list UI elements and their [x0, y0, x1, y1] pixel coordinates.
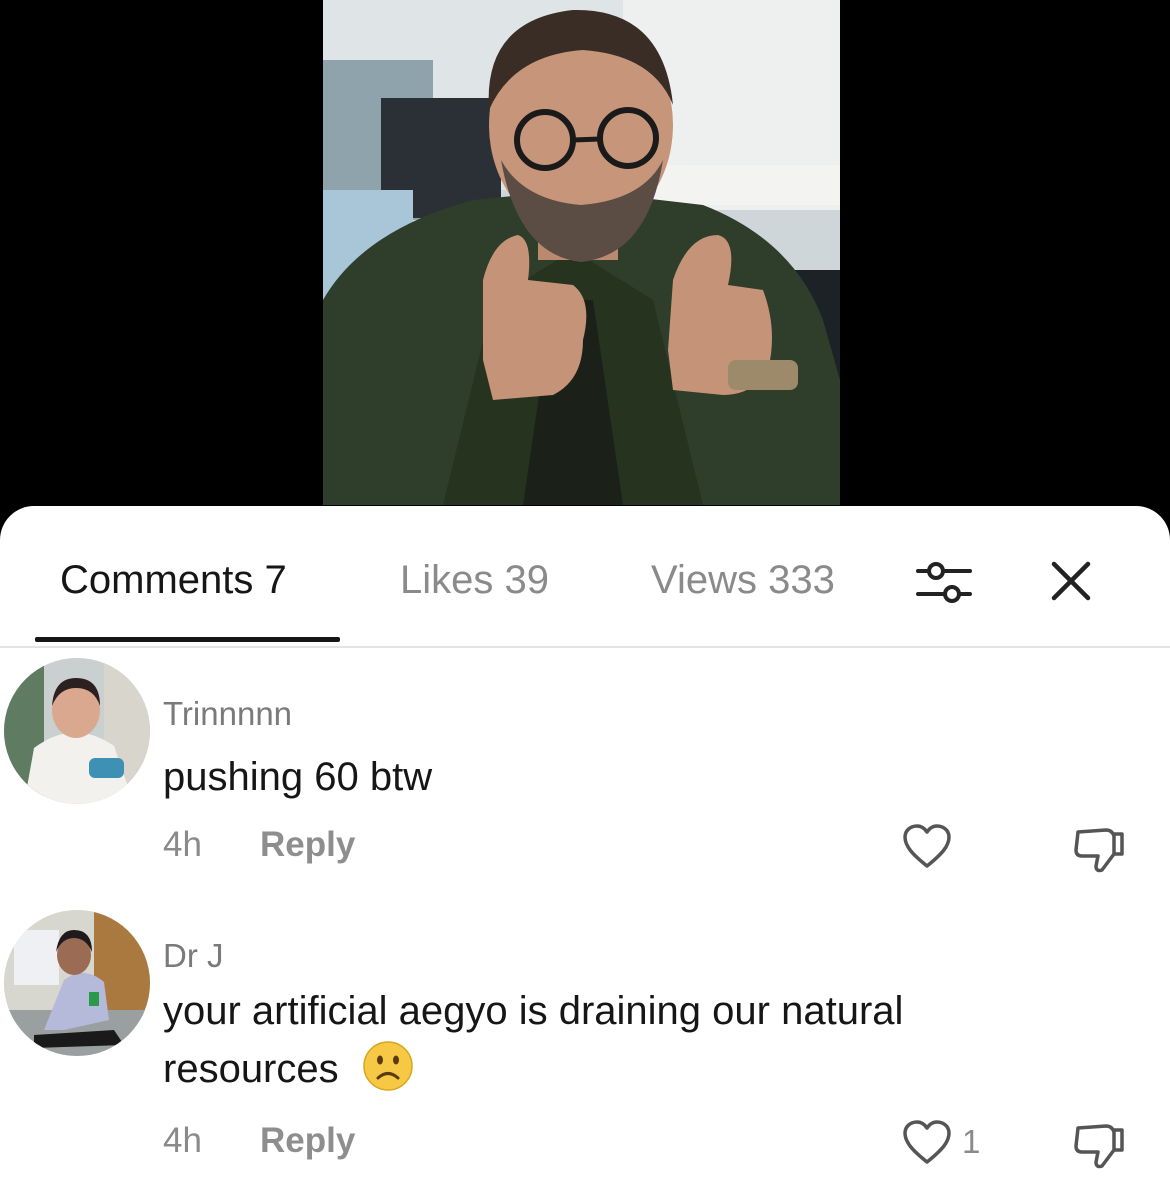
comment-username[interactable]: Dr J: [163, 936, 224, 976]
heart-icon[interactable]: [902, 824, 952, 870]
comments-sheet: Comments 7 Likes 39 Views 333 Trinnnnn p…: [0, 506, 1170, 1197]
avatar[interactable]: [4, 658, 150, 804]
comment-item: Dr J your artificial aegyo is draining o…: [0, 906, 1170, 1196]
tab-bar: Comments 7 Likes 39 Views 333: [0, 506, 1170, 648]
thumbs-down-icon[interactable]: [1072, 1120, 1128, 1170]
comment-time: 4h: [163, 1121, 202, 1160]
comment-text-wrap: your artificial aegyo is draining our na…: [163, 982, 1043, 1108]
thumbs-down-icon[interactable]: [1072, 824, 1128, 874]
comment-username[interactable]: Trinnnnn: [163, 694, 292, 734]
comment-time: 4h: [163, 825, 202, 864]
video-player[interactable]: [0, 0, 1170, 540]
comment-text: pushing 60 btw: [163, 755, 433, 799]
like-count: 1: [962, 1123, 981, 1160]
reply-button[interactable]: Reply: [260, 824, 355, 866]
tab-views[interactable]: Views 333: [651, 556, 835, 604]
tab-likes[interactable]: Likes 39: [400, 556, 549, 604]
video-frame-photo: [323, 0, 840, 505]
comment-item: Trinnnnn pushing 60 btw 4h Reply: [0, 656, 1170, 886]
reply-button[interactable]: Reply: [260, 1120, 355, 1162]
heart-icon[interactable]: [902, 1120, 952, 1166]
tab-comments[interactable]: Comments 7: [60, 556, 287, 604]
close-icon[interactable]: [1050, 560, 1092, 602]
active-tab-indicator: [35, 637, 340, 642]
avatar[interactable]: [4, 910, 150, 1056]
comment-text: your artificial aegyo is draining our na…: [163, 989, 904, 1091]
slightly-frowning-face: [362, 1040, 414, 1108]
sliders-icon[interactable]: [914, 554, 974, 610]
